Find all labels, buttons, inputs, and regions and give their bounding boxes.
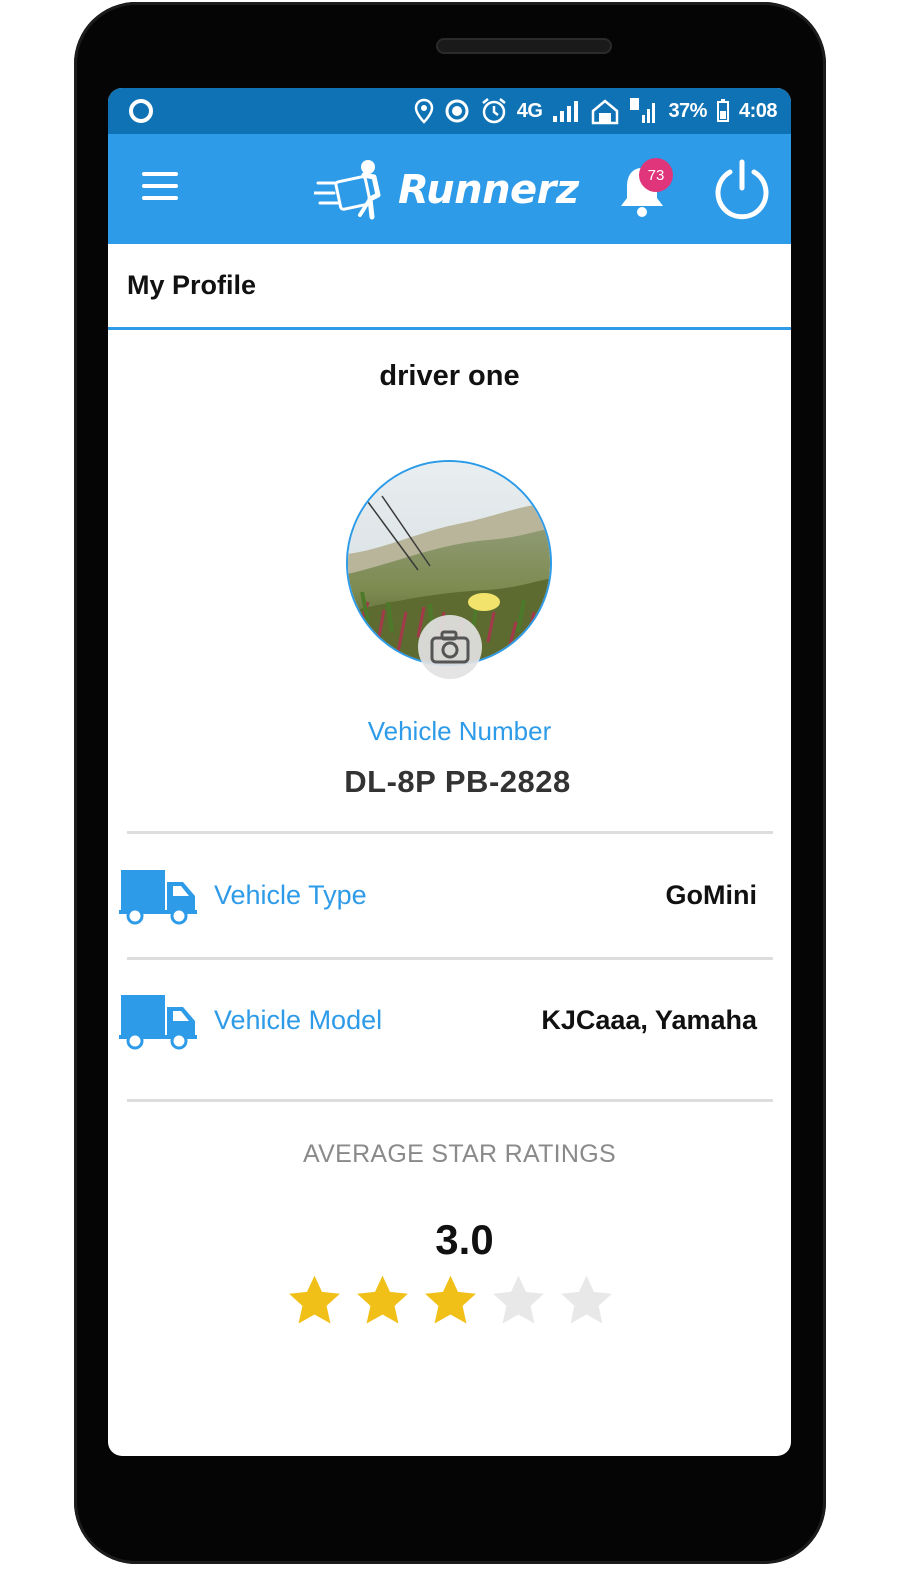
- signal-strength-icon: [553, 101, 579, 122]
- app-screen: 4G 37% 4:08 Runnerz 73 My Profile driver…: [108, 88, 791, 1456]
- power-logout-icon[interactable]: [710, 158, 774, 222]
- star-rating: [284, 1272, 617, 1332]
- app-bar: Runnerz 73: [108, 134, 791, 244]
- vehicle-model-value: KJCaaa, Yamaha: [541, 1005, 757, 1035]
- vehicle-type-label: Vehicle Type: [214, 880, 367, 910]
- sim-signal-icon: [630, 98, 656, 123]
- ratings-title: AVERAGE STAR RATINGS: [303, 1140, 616, 1168]
- truck-icon: [119, 870, 197, 925]
- brand-logo: Runnerz: [314, 150, 579, 230]
- divider: [127, 831, 773, 834]
- location-pin-icon: [414, 98, 434, 124]
- brand-name: Runnerz: [398, 167, 579, 213]
- notification-count-badge: 73: [639, 158, 673, 192]
- star-empty-icon: [493, 1275, 544, 1324]
- divider: [127, 1099, 773, 1102]
- driver-name: driver one: [379, 360, 520, 392]
- clock-label: 4:08: [738, 99, 778, 122]
- runner-logo-icon: [314, 160, 381, 220]
- wifi-data-icon: [592, 99, 619, 125]
- phone-speaker: [436, 38, 612, 54]
- vehicle-model-label: Vehicle Model: [214, 1005, 383, 1035]
- star-filled-icon: [357, 1275, 408, 1324]
- ratings-value: 3.0: [435, 1216, 494, 1263]
- battery-percent-label: 37%: [668, 99, 707, 122]
- page-title: My Profile: [127, 270, 257, 300]
- camera-icon[interactable]: [417, 614, 483, 680]
- star-filled-icon: [425, 1275, 476, 1324]
- page-header: My Profile: [108, 244, 791, 330]
- vehicle-model-row: Vehicle Model KJCaaa, Yamaha: [108, 981, 791, 1061]
- sync-icon: [445, 99, 469, 123]
- vehicle-number-label: Vehicle Number: [367, 716, 552, 746]
- vehicle-type-value: GoMini: [665, 880, 757, 910]
- notification-dot-icon: [129, 99, 153, 123]
- hamburger-menu-icon[interactable]: [140, 168, 180, 208]
- vehicle-type-row: Vehicle Type GoMini: [108, 856, 791, 936]
- network-type-label: 4G: [516, 99, 543, 122]
- vehicle-number-value: DL-8P PB-2828: [344, 764, 571, 799]
- truck-icon: [119, 995, 197, 1050]
- divider: [127, 957, 773, 960]
- star-filled-icon: [289, 1275, 340, 1324]
- alarm-clock-icon: [481, 98, 506, 124]
- battery-icon: [716, 99, 729, 122]
- star-empty-icon: [561, 1275, 612, 1324]
- status-bar: 4G 37% 4:08: [108, 88, 791, 134]
- status-icons: 4G 37% 4:08: [414, 96, 778, 126]
